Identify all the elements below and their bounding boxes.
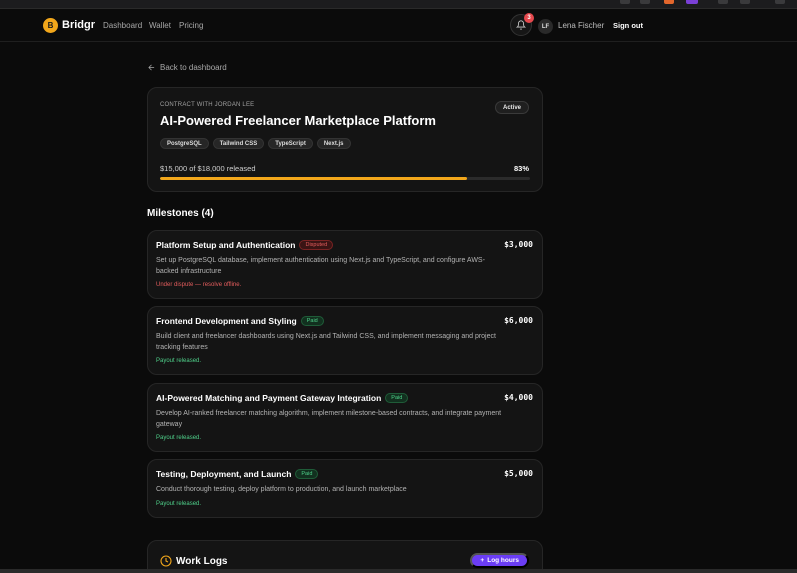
tag: PostgreSQL [160, 138, 209, 149]
contract-eyebrow: CONTRACT WITH JORDAN LEE [160, 102, 255, 108]
milestone-amount: $5,000 [504, 469, 533, 478]
plus-icon: + [480, 557, 485, 564]
bottom-scroll-edge [0, 569, 797, 573]
nav-link-wallet[interactable]: Wallet [149, 21, 171, 30]
avatar[interactable]: LF [538, 19, 553, 34]
milestone-card[interactable]: Platform Setup and Authentication Disput… [147, 230, 543, 299]
user-name: Lena Fischer [558, 21, 605, 30]
milestone-card[interactable]: Frontend Development and Styling Paid $6… [147, 306, 543, 375]
milestone-description: Set up PostgreSQL database, implement au… [156, 257, 485, 275]
contract-summary-card: CONTRACT WITH JORDAN LEE AI-Powered Free… [147, 87, 543, 192]
clock-icon [160, 555, 172, 567]
milestone-description: Build client and freelancer dashboards u… [156, 333, 496, 351]
brand-name[interactable]: Bridgr [62, 19, 95, 31]
milestone-title: Frontend Development and Styling [156, 316, 297, 326]
milestone-amount: $6,000 [504, 316, 533, 325]
tag: Tailwind CSS [212, 138, 265, 149]
milestones-heading: Milestones (4) [147, 208, 214, 219]
status-badge: Disputed [299, 240, 334, 250]
tag: TypeScript [268, 138, 313, 149]
log-hours-label: Log hours [487, 557, 519, 564]
status-badge: Paid [300, 316, 324, 326]
milestone-title: Platform Setup and Authentication [156, 240, 296, 250]
nav-link-pricing[interactable]: Pricing [179, 21, 203, 30]
top-navigation: B Bridgr Dashboard Wallet Pricing 3 LF L… [0, 9, 797, 42]
milestone-card[interactable]: AI-Powered Matching and Payment Gateway … [147, 383, 543, 452]
work-logs-title: Work Logs [176, 556, 228, 567]
tag: Next.js [316, 138, 351, 149]
log-hours-button[interactable]: + Log hours [470, 553, 529, 568]
notification-count-badge: 3 [524, 13, 534, 23]
contract-title: AI-Powered Freelancer Marketplace Platfo… [160, 113, 436, 128]
browser-tab-strip [0, 0, 797, 9]
status-badge: Paid [385, 393, 409, 403]
nav-link-dashboard[interactable]: Dashboard [103, 21, 142, 30]
tech-tags: PostgreSQL Tailwind CSS TypeScript Next.… [160, 138, 351, 149]
logo-icon[interactable]: B [43, 18, 58, 33]
status-badge: Active [494, 101, 529, 114]
milestone-card[interactable]: Testing, Deployment, and Launch Paid $5,… [147, 459, 543, 518]
arrow-left-icon [148, 64, 155, 71]
milestone-title: Testing, Deployment, and Launch [156, 469, 292, 479]
milestone-note: Under dispute — resolve offline. [156, 282, 242, 288]
sign-out-button[interactable]: Sign out [613, 21, 643, 30]
released-amount: $15,000 of $18,000 released [160, 164, 256, 173]
milestone-note: Payout released. [156, 435, 202, 441]
back-to-dashboard-link[interactable]: Back to dashboard [147, 63, 227, 72]
release-progress-fill [160, 177, 468, 180]
milestone-note: Payout released. [156, 358, 202, 364]
milestone-description: Develop AI-ranked freelancer matching al… [156, 410, 502, 428]
milestone-description: Conduct thorough testing, deploy platfor… [156, 486, 407, 493]
release-progress-bar [160, 177, 530, 180]
milestone-amount: $4,000 [504, 393, 533, 402]
milestone-title: AI-Powered Matching and Payment Gateway … [156, 393, 382, 403]
status-badge: Paid [295, 469, 319, 479]
back-link-label: Back to dashboard [160, 63, 227, 72]
milestone-amount: $3,000 [504, 240, 533, 249]
milestone-note: Payout released. [156, 501, 202, 507]
release-percent: 83% [513, 164, 529, 173]
